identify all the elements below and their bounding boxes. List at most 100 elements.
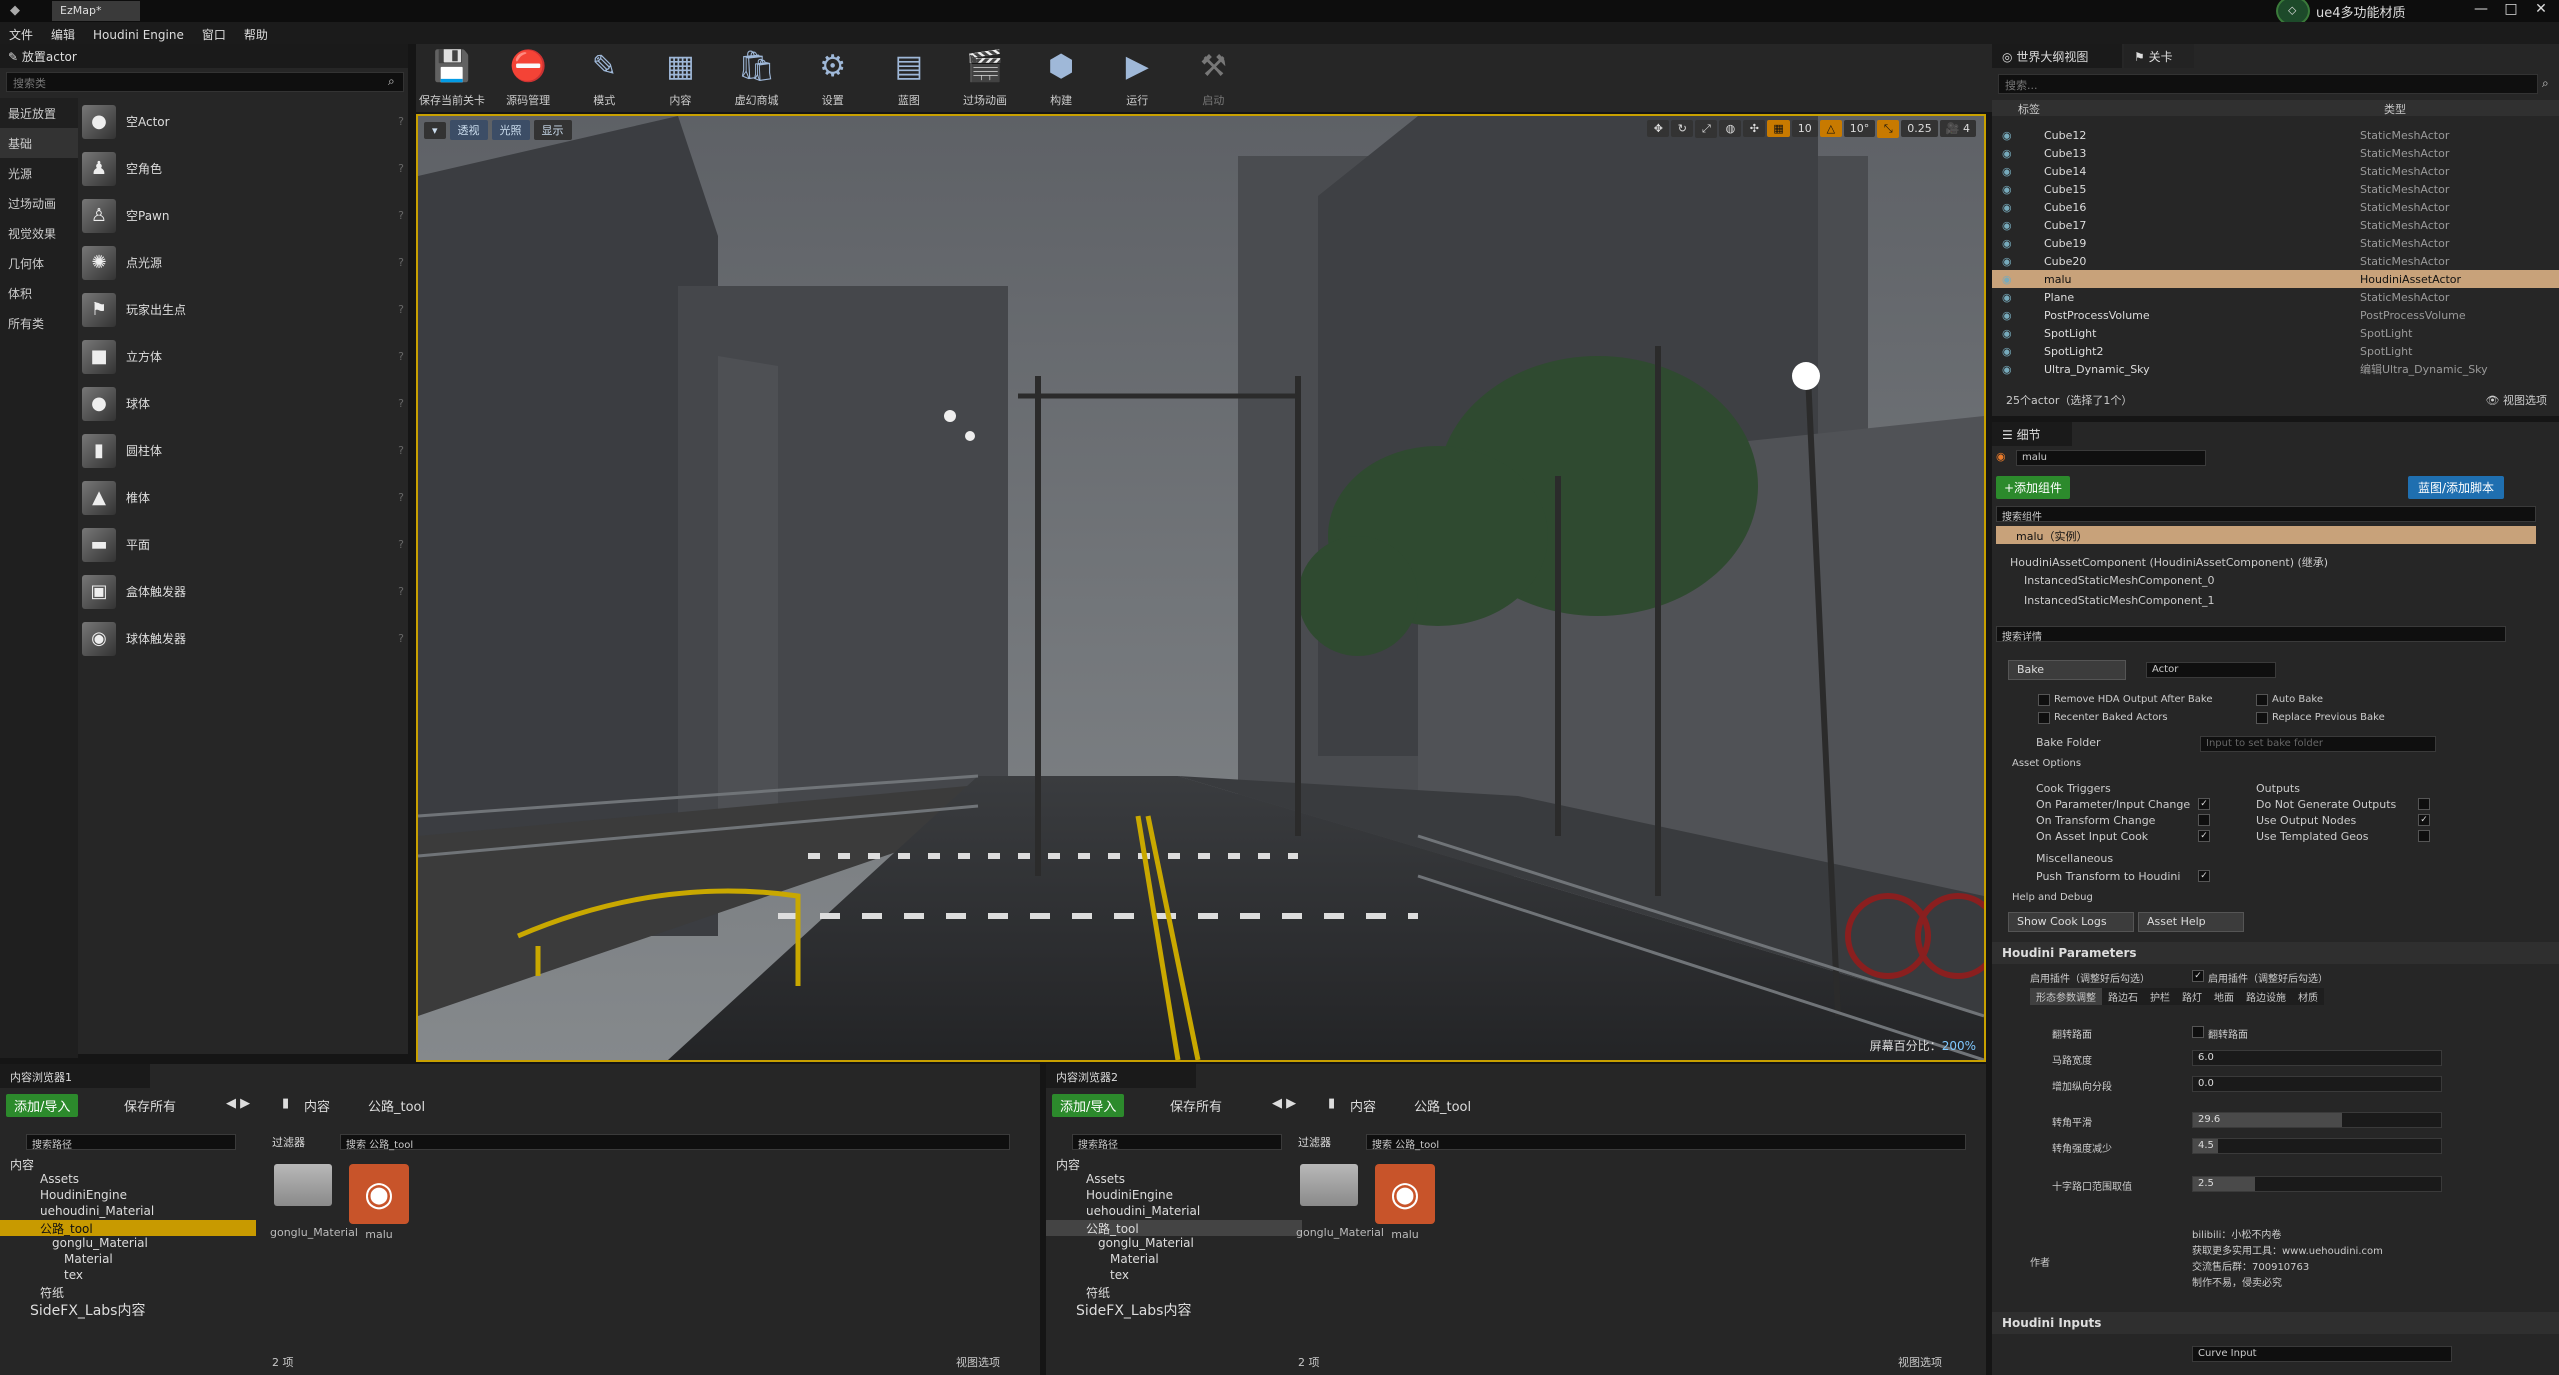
column-type[interactable]: 类型 [2384,101,2406,117]
filter-button[interactable]: 过滤器 [1298,1134,1331,1150]
close-button[interactable]: ✕ [2526,1,2556,17]
minimize-button[interactable]: — [2466,1,2496,17]
tree-node[interactable]: 公路_tool [0,1220,256,1236]
translate-icon[interactable]: ✥ [1647,120,1670,137]
maximize-button[interactable]: □ [2496,1,2526,17]
breadcrumb-tool[interactable]: 公路_tool [1414,1096,1471,1115]
help-icon[interactable]: ? [398,444,404,457]
tree-node[interactable]: HoudiniEngine [1046,1188,1302,1204]
perspective-button[interactable]: 透视 [449,120,488,140]
help-icon[interactable]: ? [398,397,404,410]
help-debug-header[interactable]: Help and Debug [2012,892,2093,903]
asset-options-header[interactable]: Asset Options [2012,758,2081,769]
use-templated-checkbox[interactable] [2418,830,2430,842]
view-options-button[interactable]: 视图选项 [1898,1354,1942,1370]
level-tab[interactable]: EzMap* [52,1,140,21]
scale-snap-icon[interactable]: ⤡ [1877,120,1900,138]
visibility-eye-icon[interactable]: ◉ [2002,327,2016,340]
on-asset-checkbox[interactable]: ✓ [2198,830,2210,842]
rotate-icon[interactable]: ↻ [1671,120,1694,137]
view-options-button[interactable]: 视图选项 [956,1354,1000,1370]
recenter-checkbox[interactable] [2038,712,2050,724]
actor-item[interactable]: ⚑ 玩家出生点? [82,286,404,333]
world-icon[interactable]: ◍ [1719,120,1742,137]
bake-type-select[interactable]: Actor [2146,662,2276,678]
tree-node[interactable]: Assets [1046,1172,1302,1188]
actor-item[interactable]: ▲ 椎体? [82,474,404,521]
subtab[interactable]: 材质 [2292,988,2324,1005]
subtab[interactable]: 地面 [2208,988,2240,1005]
help-icon[interactable]: ? [398,162,404,175]
actor-name-input[interactable]: malu [2016,450,2206,466]
asset-tile[interactable]: gonglu_Material [1296,1164,1384,1239]
tree-node[interactable]: 符纸 [0,1284,256,1300]
grid-size[interactable]: 10 [1791,120,1818,137]
search-assets-input[interactable]: 搜索 公路_tool [1366,1134,1966,1151]
enable-plugin-checkbox[interactable]: ✓ [2192,970,2204,982]
houdini-parameters-header[interactable]: Houdini Parameters [1992,942,2559,964]
flip-road-checkbox[interactable] [2192,1026,2204,1038]
outliner-row[interactable]: ◉ Cube15 StaticMeshActor [1992,180,2559,198]
tree-node[interactable]: 符纸 [1046,1284,1302,1300]
tab-details[interactable]: ☰ 细节 [1992,422,2072,446]
outliner-row[interactable]: ◉ Cube13 StaticMeshActor [1992,144,2559,162]
help-icon[interactable]: ? [398,491,404,504]
class-search-input[interactable]: 搜索类 [6,72,404,92]
outliner-row[interactable]: ◉ Plane StaticMeshActor [1992,288,2559,306]
viewport-menu-button[interactable]: ▾ [424,122,446,139]
visibility-eye-icon[interactable]: ◉ [2002,201,2016,214]
bake-folder-input[interactable]: Input to set bake folder [2200,736,2436,752]
remove-hda-checkbox[interactable] [2038,694,2050,706]
view-options-button[interactable]: 👁 视图选项 [2486,392,2547,408]
help-icon[interactable]: ? [398,585,404,598]
corner-smooth-slider[interactable]: 29.6 [2192,1112,2442,1128]
visibility-eye-icon[interactable]: ◉ [2002,237,2016,250]
save-all-button[interactable]: 保存所有 [1170,1096,1222,1115]
component-item[interactable]: InstancedStaticMeshComponent_0 [2024,574,2215,587]
breadcrumb-content[interactable]: 内容 [1350,1096,1376,1115]
visibility-eye-icon[interactable]: ◉ [2002,219,2016,232]
outliner-row[interactable]: ◉ Cube12 StaticMeshActor [1992,126,2559,144]
launch-button[interactable]: ⚒ 启动 [1177,44,1249,112]
search-path-input[interactable]: 搜索路径 [26,1134,236,1151]
tree-node[interactable]: Material [1046,1252,1302,1268]
tab-world-outliner[interactable]: ◎ 世界大纲视图 [1992,44,2122,68]
rotation-snap-value[interactable]: 10° [1843,120,1876,137]
bake-button[interactable]: Bake [2008,660,2126,680]
place-actor-tab[interactable]: ✎ 放置actor [0,44,408,68]
tree-node[interactable]: HoudiniEngine [0,1188,256,1204]
search-assets-input[interactable]: 搜索 公路_tool [340,1134,1010,1151]
asset-tile[interactable]: gonglu_Material [270,1164,358,1239]
actor-item[interactable]: ◉ 球体触发器? [82,615,404,662]
no-generate-checkbox[interactable] [2418,798,2430,810]
actor-item[interactable]: ■ 立方体? [82,333,404,380]
tree-node[interactable]: gonglu_Material [1046,1236,1302,1252]
modes-button[interactable]: ✎ 模式 [568,44,640,112]
outliner-search-input[interactable]: 搜索... [1998,74,2538,94]
visibility-eye-icon[interactable]: ◉ [2002,291,2016,304]
actor-item[interactable]: ● 空Actor? [82,98,404,145]
cinematics-button[interactable]: 🎬 过场动画 [949,44,1021,112]
component-root[interactable]: HoudiniAssetComponent (HoudiniAssetCompo… [2010,554,2328,570]
tree-node[interactable]: SideFX_Labs内容 [0,1300,256,1319]
tab-levels[interactable]: ⚑ 关卡 [2124,44,2194,68]
settings-button[interactable]: ⚙ 设置 [797,44,869,112]
save-all-button[interactable]: 保存所有 [124,1096,176,1115]
subtab[interactable]: 形态参数调整 [2030,988,2102,1005]
actor-item[interactable]: ▮ 圆柱体? [82,427,404,474]
visibility-eye-icon[interactable]: ◉ [2002,309,2016,322]
show-cook-logs-button[interactable]: Show Cook Logs [2008,912,2134,932]
subtab[interactable]: 路边石 [2102,988,2144,1005]
asset-tile[interactable]: ◉ malu [1372,1164,1438,1241]
help-icon[interactable]: ? [398,303,404,316]
help-icon[interactable]: ? [398,538,404,551]
corner-strength-slider[interactable]: 4.5 [2192,1138,2442,1154]
actor-item[interactable]: ● 球体? [82,380,404,427]
outliner-row[interactable]: ◉ Cube17 StaticMeshActor [1992,216,2559,234]
help-icon[interactable]: ? [398,632,404,645]
column-label[interactable]: 标签 [2018,101,2040,117]
nav-back-icon[interactable]: ◀ ▶ [1272,1096,1296,1111]
source-control-button[interactable]: ⛔ 源码管理 [492,44,564,112]
subtab[interactable]: 护栏 [2144,988,2176,1005]
breadcrumb-content[interactable]: 内容 [304,1096,330,1115]
